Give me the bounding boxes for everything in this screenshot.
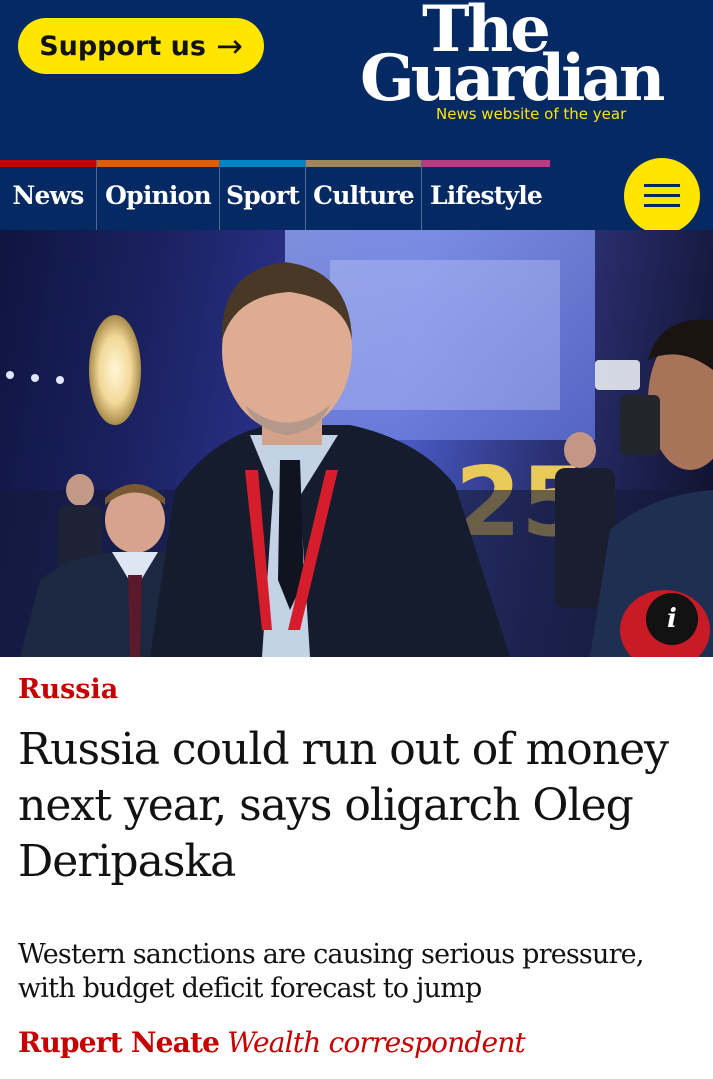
masthead: Support us → The Guardian News website o… [0, 0, 713, 160]
logo-line-guardian: Guardian [360, 41, 665, 116]
article-standfirst: Western sanctions are causing serious pr… [18, 939, 644, 1004]
round-light-sign [89, 315, 141, 425]
photo-illustration: 25 [0, 230, 713, 657]
arrow-right-icon: → [215, 27, 243, 65]
nav-item-opinion[interactable]: Opinion [97, 160, 219, 230]
menu-line [644, 184, 680, 187]
section-kicker[interactable]: Russia [18, 674, 118, 705]
byline-role: Wealth correspondent [227, 1026, 526, 1059]
support-us-label: Support us [39, 30, 206, 62]
support-us-button[interactable]: Support us → [18, 18, 264, 74]
nav-item-news[interactable]: News [0, 160, 96, 230]
main-nav: News Opinion Sport Culture Lifestyle [0, 160, 713, 230]
byline-author[interactable]: Rupert Neate [18, 1026, 220, 1059]
article-headline: Russia could run out of money next year,… [18, 724, 669, 887]
article-byline: Rupert Neate Wealth correspondent [18, 1026, 526, 1059]
nav-item-lifestyle[interactable]: Lifestyle [422, 160, 550, 230]
menu-line [644, 194, 680, 197]
hamburger-menu-icon[interactable] [624, 158, 700, 234]
info-icon[interactable]: i [646, 593, 698, 645]
nav-item-sport[interactable]: Sport [220, 160, 305, 230]
menu-line [644, 204, 680, 207]
article-main-image: 25 [0, 230, 713, 657]
logo-tagline: News website of the year [436, 105, 627, 123]
nav-item-culture[interactable]: Culture [306, 160, 421, 230]
